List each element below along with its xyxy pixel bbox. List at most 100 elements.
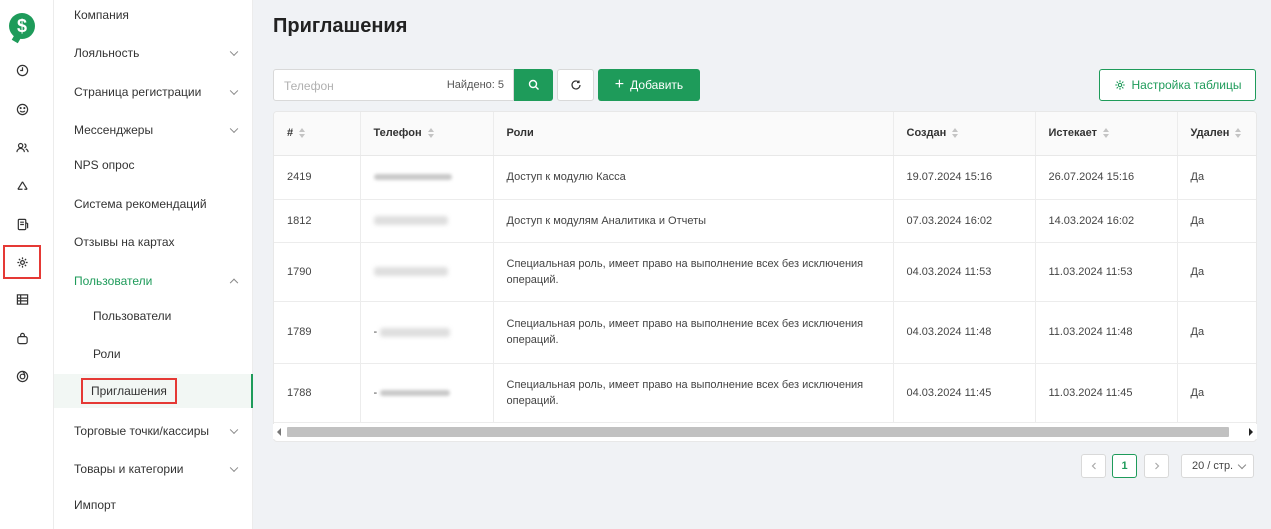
cell-deleted: Да [1177,242,1256,302]
nav-products-categories[interactable]: Товары и категории [54,450,253,488]
nav-recommendations[interactable]: Система рекомендаций [54,185,253,223]
scroll-left-icon[interactable] [277,428,281,436]
table-row[interactable]: 1788 - Специальная роль, имеет право на … [274,363,1256,423]
cell-phone [360,199,494,243]
column-header-label: Создан [906,127,947,140]
table-settings-label: Настройка таблицы [1131,78,1242,92]
emoji-icon[interactable] [9,96,35,122]
cell-id: 2419 [274,155,361,200]
scrollbar-thumb[interactable] [287,427,1229,437]
icon-rail: $ [0,0,54,529]
table-row[interactable]: 1790 Специальная роль, имеет право на вы… [274,242,1256,302]
column-header-label: Удален [1190,127,1230,140]
document-icon[interactable] [9,211,35,237]
nav-label: Пользователи [93,309,172,323]
column-header-label: # [287,127,294,140]
cell-expires: 11.03.2024 11:45 [1035,363,1178,423]
cell-role: Специальная роль, имеет право на выполне… [493,363,894,423]
cell-role: Специальная роль, имеет право на выполне… [493,301,894,364]
invitations-table: # Телефон Роли Создан Истекает Удален 24… [273,111,1257,442]
gear-icon [1114,80,1125,90]
nav-nps-survey[interactable]: NPS опрос [54,146,253,184]
table-settings-button[interactable]: Настройка таблицы [1099,69,1256,101]
phone-search-input[interactable] [284,77,434,95]
cell-created: 04.03.2024 11:45 [893,363,1036,423]
settings-icon[interactable] [3,245,41,279]
nav-label: Страница регистрации [74,85,202,99]
reload-icon [570,80,581,90]
search-button[interactable] [514,69,553,101]
nav-import[interactable]: Импорт [54,486,253,524]
chevron-down-icon [229,86,239,96]
prev-page-button[interactable] [1081,454,1106,478]
scroll-right-icon[interactable] [1249,428,1253,436]
column-header-label: Роли [506,127,534,140]
nav-label: Импорт [74,498,116,512]
nav-label: Роли [93,347,121,361]
chevron-down-icon [229,47,239,57]
page-size-select[interactable]: 20 / стр. [1181,454,1254,478]
sort-icon[interactable] [952,128,959,139]
nav-company[interactable]: Компания [54,0,253,34]
chevron-left-icon [1091,462,1096,470]
column-header-phone[interactable]: Телефон [360,112,494,156]
found-count: Найдено: 5 [446,79,504,91]
reload-button[interactable] [557,69,594,101]
column-header-expires[interactable]: Истекает [1035,112,1178,156]
sort-icon[interactable] [427,128,434,139]
table-row[interactable]: 1812 Доступ к модулям Аналитика и Отчеты… [274,199,1256,243]
chevron-down-icon [1237,460,1247,470]
chevron-down-icon [229,463,239,473]
cell-deleted: Да [1177,301,1256,364]
table-icon[interactable] [9,286,35,312]
cell-id: 1789 [274,301,361,364]
horizontal-scrollbar[interactable] [273,424,1257,439]
redacted-phone [380,389,451,396]
sort-icon[interactable] [1103,128,1110,139]
table-row[interactable]: 1789 - Специальная роль, имеет право на … [274,301,1256,364]
cell-phone [360,155,494,200]
next-page-button[interactable] [1144,454,1169,478]
nav-label: Торговые точки/кассиры [74,424,210,438]
nav-messengers[interactable]: Мессенджеры [54,111,253,149]
nav-label: NPS опрос [74,158,135,172]
recycle-icon[interactable] [9,173,35,199]
nav-loyalty[interactable]: Лояльность [54,34,253,72]
nav-map-reviews[interactable]: Отзывы на картах [54,223,253,261]
nav-label: Лояльность [74,46,140,60]
sort-icon[interactable] [299,128,306,139]
nav-label: Компания [74,8,129,22]
users-icon[interactable] [9,134,35,160]
column-header-deleted[interactable]: Удален [1177,112,1256,156]
nav-users[interactable]: Пользователи [54,297,253,335]
nav-registration-page[interactable]: Страница регистрации [54,73,253,111]
page-title: Приглашения [273,15,408,37]
nav-roles[interactable]: Роли [54,335,253,373]
cell-created: 07.03.2024 16:02 [893,199,1036,243]
column-header-created[interactable]: Создан [893,112,1036,156]
cell-phone: - [360,363,494,423]
cell-phone [360,242,494,302]
nav-invitations[interactable]: Приглашения [54,374,253,408]
page-1-button[interactable]: 1 [1112,454,1137,478]
column-header-roles: Роли [493,112,894,156]
cell-deleted: Да [1177,363,1256,423]
nav-users-group[interactable]: Пользователи [54,262,253,300]
cell-phone-text: - [373,326,378,338]
cell-created: 04.03.2024 11:48 [893,301,1036,364]
nav-label: Мессенджеры [74,123,154,137]
plus-icon: + [614,76,625,93]
bag-icon[interactable] [9,325,35,351]
redacted-phone [380,327,451,337]
column-header-id[interactable]: # [274,112,361,156]
cell-deleted: Да [1177,199,1256,243]
app-logo[interactable]: $ [9,13,35,39]
nav-stores-cashiers[interactable]: Торговые точки/кассиры [54,412,253,450]
add-button[interactable]: + Добавить [598,69,700,101]
clock-icon[interactable] [9,57,35,83]
sort-icon[interactable] [1235,128,1242,139]
redacted-phone [373,216,448,226]
table-row[interactable]: 2419 Доступ к модулю Касса 19.07.2024 15… [274,155,1256,200]
spiral-icon[interactable] [9,363,35,389]
chevron-down-icon [229,425,239,435]
